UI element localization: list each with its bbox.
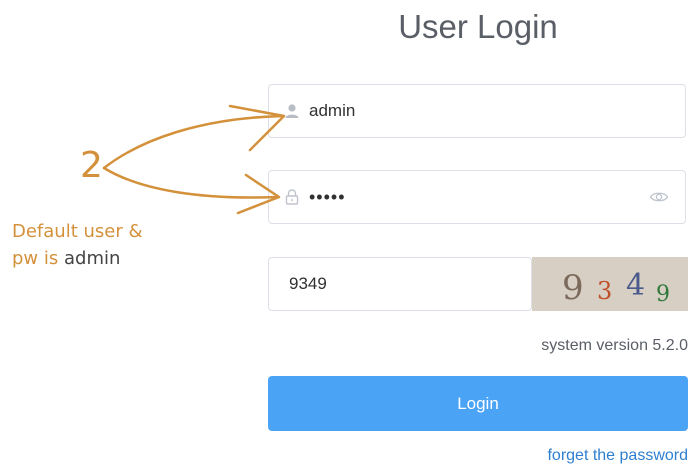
page-title: User Login — [398, 8, 558, 45]
captcha-image[interactable]: 9 3 4 9 — [532, 257, 688, 311]
username-input[interactable] — [309, 85, 639, 137]
step-number: 2 — [80, 145, 103, 186]
captcha-digit-1: 9 — [562, 268, 584, 308]
lock-icon — [283, 188, 301, 206]
arrow-to-username — [102, 114, 285, 170]
annotation-line-1: Default user & — [12, 221, 143, 242]
user-icon — [283, 102, 301, 120]
annotation-line-2: pw is admin — [12, 245, 143, 272]
password-input[interactable] — [309, 171, 639, 223]
username-field[interactable] — [268, 84, 686, 138]
forget-password-link[interactable]: forget the password — [547, 447, 688, 465]
captcha-digit-4: 9 — [656, 282, 670, 307]
captcha-digit-3: 4 — [626, 268, 645, 303]
password-field[interactable] — [268, 170, 686, 224]
login-button[interactable]: Login — [268, 376, 688, 431]
captcha-input[interactable] — [289, 258, 517, 310]
eye-icon[interactable] — [649, 190, 669, 204]
annotation-line-2-prefix: pw is — [12, 248, 64, 269]
captcha-digit-2: 3 — [597, 277, 612, 305]
captcha-field[interactable] — [268, 257, 532, 311]
system-version: system version 5.2.0 — [541, 337, 688, 354]
arrow-to-password — [102, 166, 280, 199]
annotation-line-2-highlight: admin — [63, 248, 121, 269]
annotation-note: Default user & pw is admin — [12, 218, 143, 272]
